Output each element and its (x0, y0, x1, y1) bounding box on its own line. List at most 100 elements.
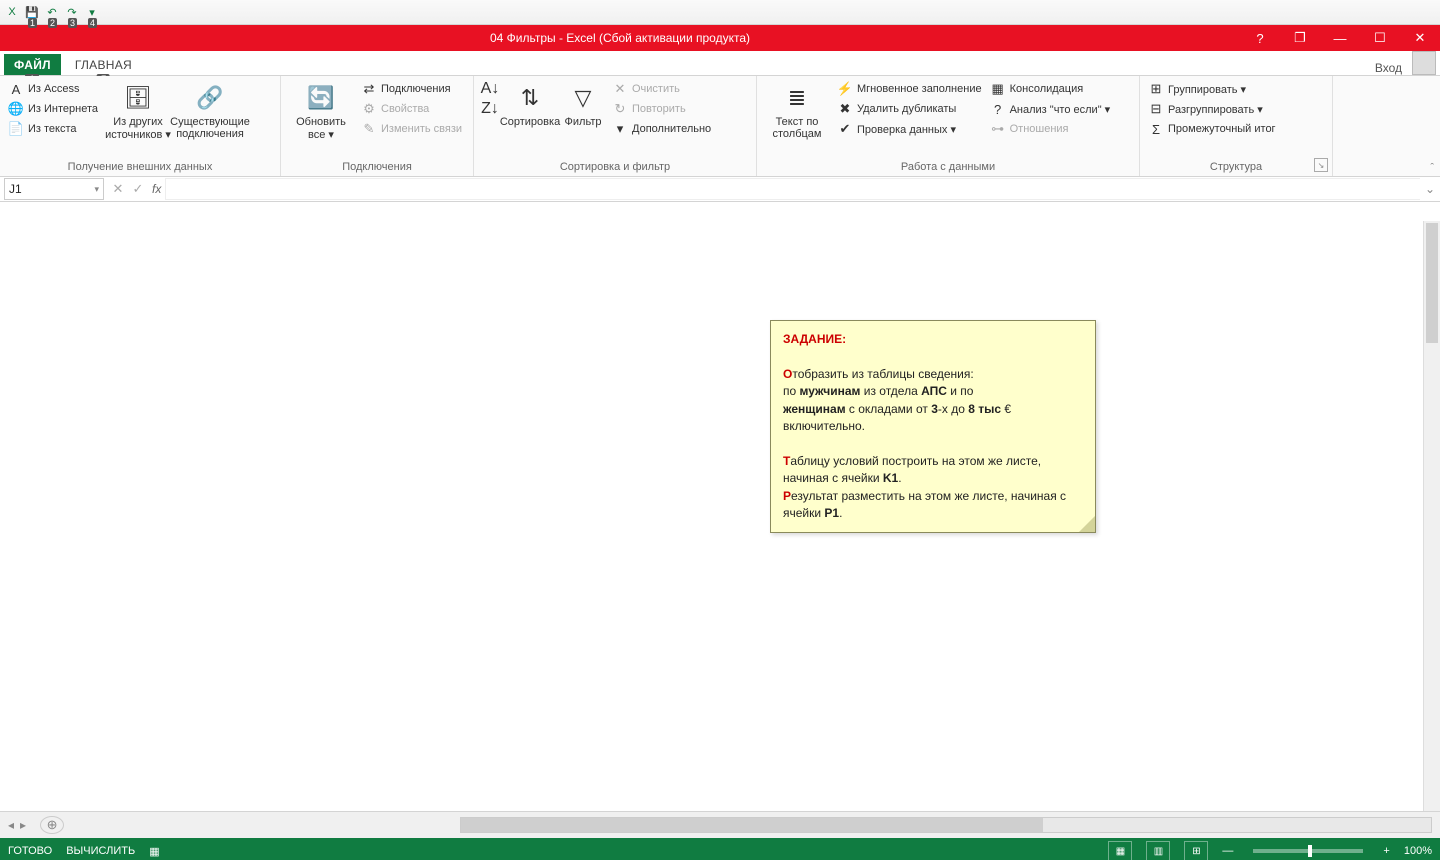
formula-input[interactable] (165, 178, 1420, 200)
view-pagebreak-icon[interactable]: ⊞ (1184, 841, 1208, 860)
view-normal-icon[interactable]: ▦ (1108, 841, 1132, 860)
slider-handle[interactable] (1308, 845, 1312, 857)
ungroup-button[interactable]: ⊟Разгруппировать ▾ (1146, 100, 1278, 118)
text-to-columns-button[interactable]: ≣Текст по столбцам (763, 78, 831, 140)
consolidate-icon: ▦ (990, 81, 1006, 97)
tab-file[interactable]: ФАЙЛФ (4, 54, 61, 75)
clear-button: ✕Очистить (610, 80, 713, 98)
gear-icon: ⚙ (361, 101, 377, 117)
funnel-icon: ▽ (567, 82, 599, 114)
zoom-in-button[interactable]: + (1383, 845, 1389, 857)
sort-icon: ⇅ (514, 82, 546, 114)
sheet-tab-bar: ◂▸ ⊕ (0, 811, 1440, 838)
ribbon: AИз Access 🌐Из Интернета 📄Из текста 🗄Из … (0, 76, 1440, 177)
status-calc[interactable]: ВЫЧИСЛИТЬ (66, 845, 135, 857)
group-label: Подключения (287, 159, 467, 176)
qat-custom-icon[interactable]: ▾4 (84, 4, 100, 20)
qat-excel-icon[interactable]: X (4, 4, 20, 20)
comment-note: ЗАДАНИЕ: Отобразить из таблицы сведения:… (770, 320, 1096, 533)
sort-asc-icon: A↓ (482, 81, 498, 97)
chevron-down-icon[interactable]: ▾ (94, 184, 99, 195)
properties-button: ⚙Свойства (359, 100, 464, 118)
avatar-icon[interactable] (1412, 51, 1436, 75)
close-button[interactable]: ✕ (1400, 30, 1440, 46)
refresh-icon: 🔄 (305, 82, 337, 114)
qat-save-icon[interactable]: 💾1 (24, 4, 40, 20)
help-button[interactable]: ? (1240, 31, 1280, 46)
tab-главная[interactable]: ГЛАВНАЯЯ (65, 54, 142, 75)
connections-icon: ⇄ (361, 81, 377, 97)
check-icon: ✔ (837, 121, 853, 137)
advanced-icon: ▾ (612, 121, 628, 137)
cancel-formula-icon: ✕ (108, 181, 128, 197)
whatif-icon: ? (990, 101, 1006, 117)
filter-button[interactable]: ▽Фильтр (560, 78, 606, 128)
scrollbar-thumb[interactable] (1426, 223, 1438, 343)
group-label: Работа с данными (763, 159, 1133, 176)
group-icon: ⊞ (1148, 81, 1164, 97)
status-ready: ГОТОВО (8, 845, 52, 857)
expand-formula-icon[interactable]: ⌄ (1420, 182, 1440, 196)
subtotal-button[interactable]: ΣПромежуточный итог (1146, 120, 1278, 138)
collapse-ribbon-icon[interactable]: ˆ (1430, 162, 1434, 174)
worksheet-grid[interactable]: ЗАДАНИЕ: Отобразить из таблицы сведения:… (0, 202, 1440, 811)
sort-asc-button[interactable]: A↓ (480, 80, 500, 98)
advanced-filter-button[interactable]: ▾Дополнительно (610, 120, 713, 138)
what-if-button[interactable]: ?Анализ "что если" ▾ (988, 100, 1113, 118)
other-sources-button[interactable]: 🗄Из других источников ▾ (104, 78, 172, 141)
window-title: 04 Фильтры - Excel (Сбой активации проду… (0, 31, 1240, 45)
clear-icon: ✕ (612, 81, 628, 97)
minimize-button[interactable]: — (1320, 31, 1360, 46)
reapply-button: ↻Повторить (610, 100, 713, 118)
flash-fill-button[interactable]: ⚡Мгновенное заполнение (835, 80, 984, 98)
ribbon-options-button[interactable]: ❐ (1280, 30, 1320, 46)
sort-desc-button[interactable]: Z↓ (480, 100, 500, 118)
access-icon: A (8, 81, 24, 97)
connections-button[interactable]: ⇄Подключения (359, 80, 464, 98)
relationships-button: ⊶Отношения (988, 120, 1113, 138)
new-sheet-button[interactable]: ⊕ (40, 816, 64, 834)
scrollbar-thumb[interactable] (461, 818, 1043, 832)
consolidate-button[interactable]: ▦Консолидация (988, 80, 1113, 98)
sort-desc-icon: Z↓ (482, 101, 498, 117)
zoom-level[interactable]: 100% (1404, 845, 1432, 857)
sheet-nav[interactable]: ◂▸ (0, 818, 34, 832)
horizontal-scrollbar[interactable] (460, 817, 1432, 833)
columns-icon: ≣ (781, 82, 813, 114)
ribbon-tabs: ФАЙЛФ ГЛАВНАЯЯ Вход (0, 51, 1440, 76)
vertical-scrollbar[interactable] (1423, 221, 1440, 811)
qat-undo-icon[interactable]: ↶2 (44, 4, 60, 20)
existing-connections-button[interactable]: 🔗Существующие подключения (176, 78, 244, 140)
from-web-button[interactable]: 🌐Из Интернета (6, 100, 100, 118)
edit-links-button: ✎Изменить связи (359, 120, 464, 138)
name-box[interactable]: J1▾ (4, 178, 104, 200)
remove-duplicates-button[interactable]: ✖Удалить дубликаты (835, 100, 984, 118)
remove-dup-icon: ✖ (837, 101, 853, 117)
sort-button[interactable]: ⇅Сортировка (504, 78, 556, 128)
zoom-out-button[interactable]: — (1222, 845, 1233, 857)
formula-bar: J1▾ ✕ ✓ fx ⌄ (0, 177, 1440, 202)
group-label: Сортировка и фильтр (480, 159, 750, 176)
view-layout-icon[interactable]: ▥ (1146, 841, 1170, 860)
maximize-button[interactable]: ☐ (1360, 30, 1400, 46)
ungroup-icon: ⊟ (1148, 101, 1164, 117)
flash-icon: ⚡ (837, 81, 853, 97)
group-button[interactable]: ⊞Группировать ▾ (1146, 80, 1278, 98)
qat-redo-icon[interactable]: ↷3 (64, 4, 80, 20)
note-title: ЗАДАНИЕ: (783, 331, 1083, 348)
link-icon: 🔗 (194, 82, 226, 114)
nav-prev-icon[interactable]: ◂ (8, 818, 14, 832)
from-access-button[interactable]: AИз Access (6, 80, 100, 98)
web-icon: 🌐 (8, 101, 24, 117)
nav-next-icon[interactable]: ▸ (20, 818, 26, 832)
refresh-all-button[interactable]: 🔄Обновить все ▾ (287, 78, 355, 141)
quick-access-toolbar: X 💾1 ↶2 ↷3 ▾4 (0, 0, 1440, 25)
subtotal-icon: Σ (1148, 121, 1164, 137)
fx-icon[interactable]: fx (148, 182, 165, 196)
dialog-launcher-icon[interactable]: ↘ (1314, 158, 1328, 172)
from-text-button[interactable]: 📄Из текста (6, 120, 100, 138)
sign-in-link[interactable]: Вход (1369, 61, 1408, 75)
zoom-slider[interactable] (1253, 849, 1363, 853)
data-validation-button[interactable]: ✔Проверка данных ▾ (835, 120, 984, 138)
macro-record-icon[interactable]: ▦ (149, 845, 159, 858)
